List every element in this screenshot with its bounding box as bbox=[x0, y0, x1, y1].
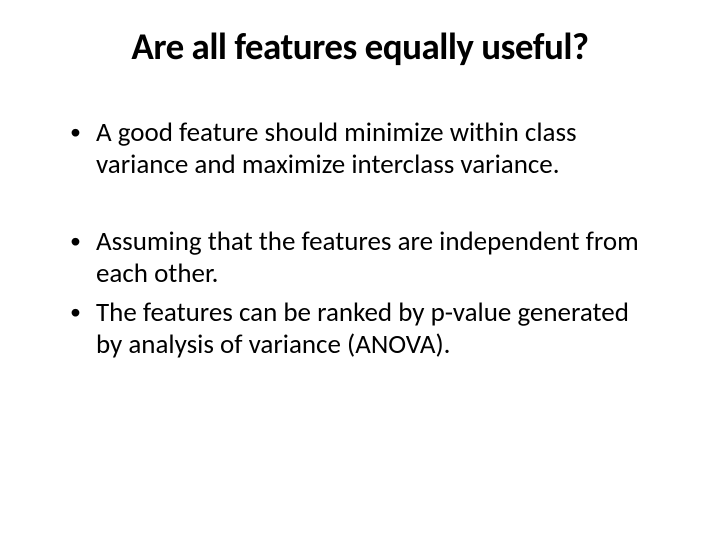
slide-container: Are all features equally useful? • A goo… bbox=[0, 0, 720, 540]
spacer bbox=[70, 188, 660, 226]
bullet-text: A good feature should minimize within cl… bbox=[96, 117, 660, 182]
bullet-item: • The features can be ranked by p-value … bbox=[70, 297, 660, 362]
slide-title: Are all features equally useful? bbox=[60, 24, 660, 69]
bullet-text: The features can be ranked by p-value ge… bbox=[96, 297, 660, 362]
bullet-text: Assuming that the features are independe… bbox=[96, 226, 660, 291]
bullet-marker-icon: • bbox=[70, 117, 96, 145]
bullet-marker-icon: • bbox=[70, 297, 96, 325]
bullet-marker-icon: • bbox=[70, 226, 96, 254]
slide-content: • A good feature should minimize within … bbox=[60, 117, 660, 361]
bullet-item: • Assuming that the features are indepen… bbox=[70, 226, 660, 291]
bullet-item: • A good feature should minimize within … bbox=[70, 117, 660, 182]
